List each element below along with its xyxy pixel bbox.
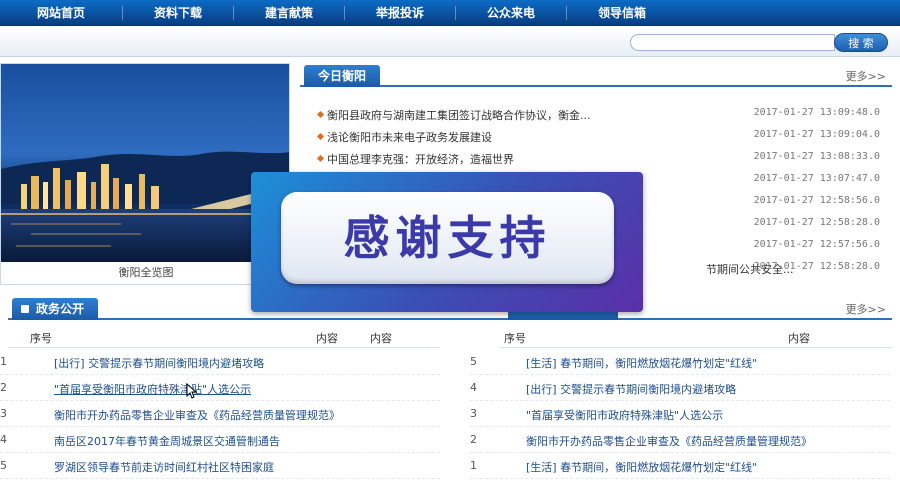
mouse-cursor-icon bbox=[186, 383, 198, 399]
tab-today-hengyang[interactable]: 今日衡阳 bbox=[304, 65, 381, 87]
hero-caption: 衡阳全览图 bbox=[118, 266, 174, 279]
row-number: 5 bbox=[0, 459, 7, 472]
list-item[interactable]: 5 [生活] 春节期间，衡阳燃放烟花爆竹划定"红线" bbox=[470, 349, 890, 375]
search-bar: 搜 索 bbox=[0, 27, 900, 57]
row-link[interactable]: [生活] 春节期间，衡阳燃放烟花爆竹划定"红线" bbox=[526, 459, 757, 475]
news-title[interactable]: 中国总理李克强：开放经济，造福世界 bbox=[327, 151, 514, 167]
tab-label: 政务公开 bbox=[36, 302, 85, 316]
row-number: 3 bbox=[0, 407, 7, 420]
nav-public-calls[interactable]: 公众来电 bbox=[456, 4, 566, 21]
col-content: 内容 bbox=[370, 332, 392, 345]
row-link[interactable]: 罗湖区领导春节前走访时间红村社区特困家庭 bbox=[54, 459, 274, 475]
list-item[interactable]: 4 南岳区2017年春节黄金周城景区交通管制通告 bbox=[0, 427, 440, 453]
news-item[interactable]: 中国总理李克强：开放经济，造福世界 2017-01-27 13:08:33.0 bbox=[316, 148, 890, 170]
search-button[interactable]: 搜 索 bbox=[834, 33, 888, 52]
col-seq: 序号 bbox=[504, 332, 526, 345]
row-number: 2 bbox=[470, 433, 477, 446]
news-date: 2017-01-27 12:58:56.0 bbox=[753, 195, 880, 206]
row-number: 1 bbox=[0, 355, 7, 368]
news-date: 2017-01-27 13:09:48.0 bbox=[753, 107, 880, 118]
row-link[interactable]: [生活] 春节期间，衡阳燃放烟花爆竹划定"红线" bbox=[526, 355, 757, 371]
row-link[interactable]: 衡阳市开办药品零售企业审查及《药品经营质量管理规范》 bbox=[54, 407, 340, 423]
news-date: 2017-01-27 12:58:28.0 bbox=[753, 261, 880, 272]
tab-gov-affairs[interactable]: 政务公开 bbox=[12, 298, 99, 320]
row-number: 1 bbox=[470, 459, 477, 472]
news-date: 2017-01-27 13:09:04.0 bbox=[753, 129, 880, 140]
list-item[interactable]: 5 罗湖区领导春节前走访时间红村社区特困家庭 bbox=[0, 453, 440, 479]
bullet-icon bbox=[316, 154, 325, 163]
thanks-text: 感谢支持 bbox=[343, 211, 552, 265]
list-item[interactable]: 1 [生活] 春节期间，衡阳燃放烟花爆竹划定"红线" bbox=[470, 453, 890, 479]
row-link[interactable]: "首届享受衡阳市政府特殊津贴"人选公示 bbox=[54, 381, 251, 397]
city-panorama[interactable]: 衡阳全览图 bbox=[0, 63, 290, 285]
top-nav: 网站首页 资料下载 建言献策 举报投诉 公众来电 领导信箱 bbox=[0, 0, 900, 26]
list-item[interactable]: 4 [出行] 交警提示春节期间衡阳境内避堵攻略 bbox=[470, 375, 890, 401]
news-date: 2017-01-27 13:08:33.0 bbox=[753, 151, 880, 162]
news-date: 2017-01-27 13:07:47.0 bbox=[753, 173, 880, 184]
news-date: 2017-01-27 12:58:28.0 bbox=[753, 217, 880, 228]
nav-home[interactable]: 网站首页 bbox=[0, 4, 122, 21]
list-item[interactable]: 1 [出行] 交警提示春节期间衡阳境内避堵攻略 bbox=[0, 349, 440, 375]
news-title[interactable]: 浅论衡阳市未来电子政务发展建设 bbox=[327, 129, 492, 145]
gov-more-link[interactable]: 更多>> bbox=[846, 301, 886, 317]
nav-suggestions[interactable]: 建言献策 bbox=[234, 4, 344, 21]
row-link[interactable]: 南岳区2017年春节黄金周城景区交通管制通告 bbox=[54, 433, 280, 449]
nav-leader-mailbox[interactable]: 领导信箱 bbox=[567, 4, 677, 21]
row-number: 3 bbox=[470, 407, 477, 420]
list-item[interactable]: 3 "首届享受衡阳市政府特殊津贴"人选公示 bbox=[470, 401, 890, 427]
news-item[interactable]: 衡阳县政府与湖南建工集团签订战略合作协议，衡金... 2017-01-27 13:… bbox=[316, 104, 890, 126]
nav-report[interactable]: 举报投诉 bbox=[345, 4, 455, 21]
news-date: 2017-01-27 12:57:56.0 bbox=[753, 239, 880, 250]
bullet-icon bbox=[316, 110, 325, 119]
col-seq: 序号 bbox=[30, 332, 52, 345]
list-item[interactable]: 2 衡阳市开办药品零售企业审查及《药品经营质量管理规范》 bbox=[470, 427, 890, 453]
search-input[interactable] bbox=[630, 34, 835, 51]
news-item[interactable]: 浅论衡阳市未来电子政务发展建设 2017-01-27 13:09:04.0 bbox=[316, 126, 890, 148]
col-content: 内容 bbox=[788, 332, 810, 345]
thanks-banner: 感谢支持 bbox=[251, 172, 643, 312]
list-item[interactable]: 3 衡阳市开办药品零售企业审查及《药品经营质量管理规范》 bbox=[0, 401, 440, 427]
right-list-header: 序号 内容 bbox=[500, 326, 892, 348]
news-title[interactable]: 衡阳县政府与湖南建工集团签订战略合作协议，衡金... bbox=[327, 107, 591, 123]
thanks-banner-plate: 感谢支持 bbox=[281, 192, 614, 284]
row-number: 5 bbox=[470, 355, 477, 368]
row-link[interactable]: [出行] 交警提示春节期间衡阳境内避堵攻略 bbox=[526, 381, 736, 397]
row-link[interactable]: "首届享受衡阳市政府特殊津贴"人选公示 bbox=[526, 407, 723, 423]
row-number: 2 bbox=[0, 381, 7, 394]
row-number: 4 bbox=[470, 381, 477, 394]
col-content: 内容 bbox=[316, 332, 338, 345]
left-list-header: 序号 内容 内容 bbox=[8, 326, 440, 348]
list-item[interactable]: 2 "首届享受衡阳市政府特殊津贴"人选公示 bbox=[0, 375, 440, 401]
bullet-icon bbox=[316, 132, 325, 141]
nav-downloads[interactable]: 资料下载 bbox=[123, 4, 233, 21]
today-more-link[interactable]: 更多>> bbox=[846, 68, 886, 84]
row-link[interactable]: 衡阳市开办药品零售企业审查及《药品经营质量管理规范》 bbox=[526, 433, 812, 449]
today-panel-header: 今日衡阳 更多>> bbox=[300, 63, 892, 87]
row-link[interactable]: [出行] 交警提示春节期间衡阳境内避堵攻略 bbox=[54, 355, 264, 371]
row-number: 4 bbox=[0, 433, 7, 446]
city-night-image bbox=[1, 64, 289, 262]
tab-bullet-icon bbox=[21, 305, 29, 313]
